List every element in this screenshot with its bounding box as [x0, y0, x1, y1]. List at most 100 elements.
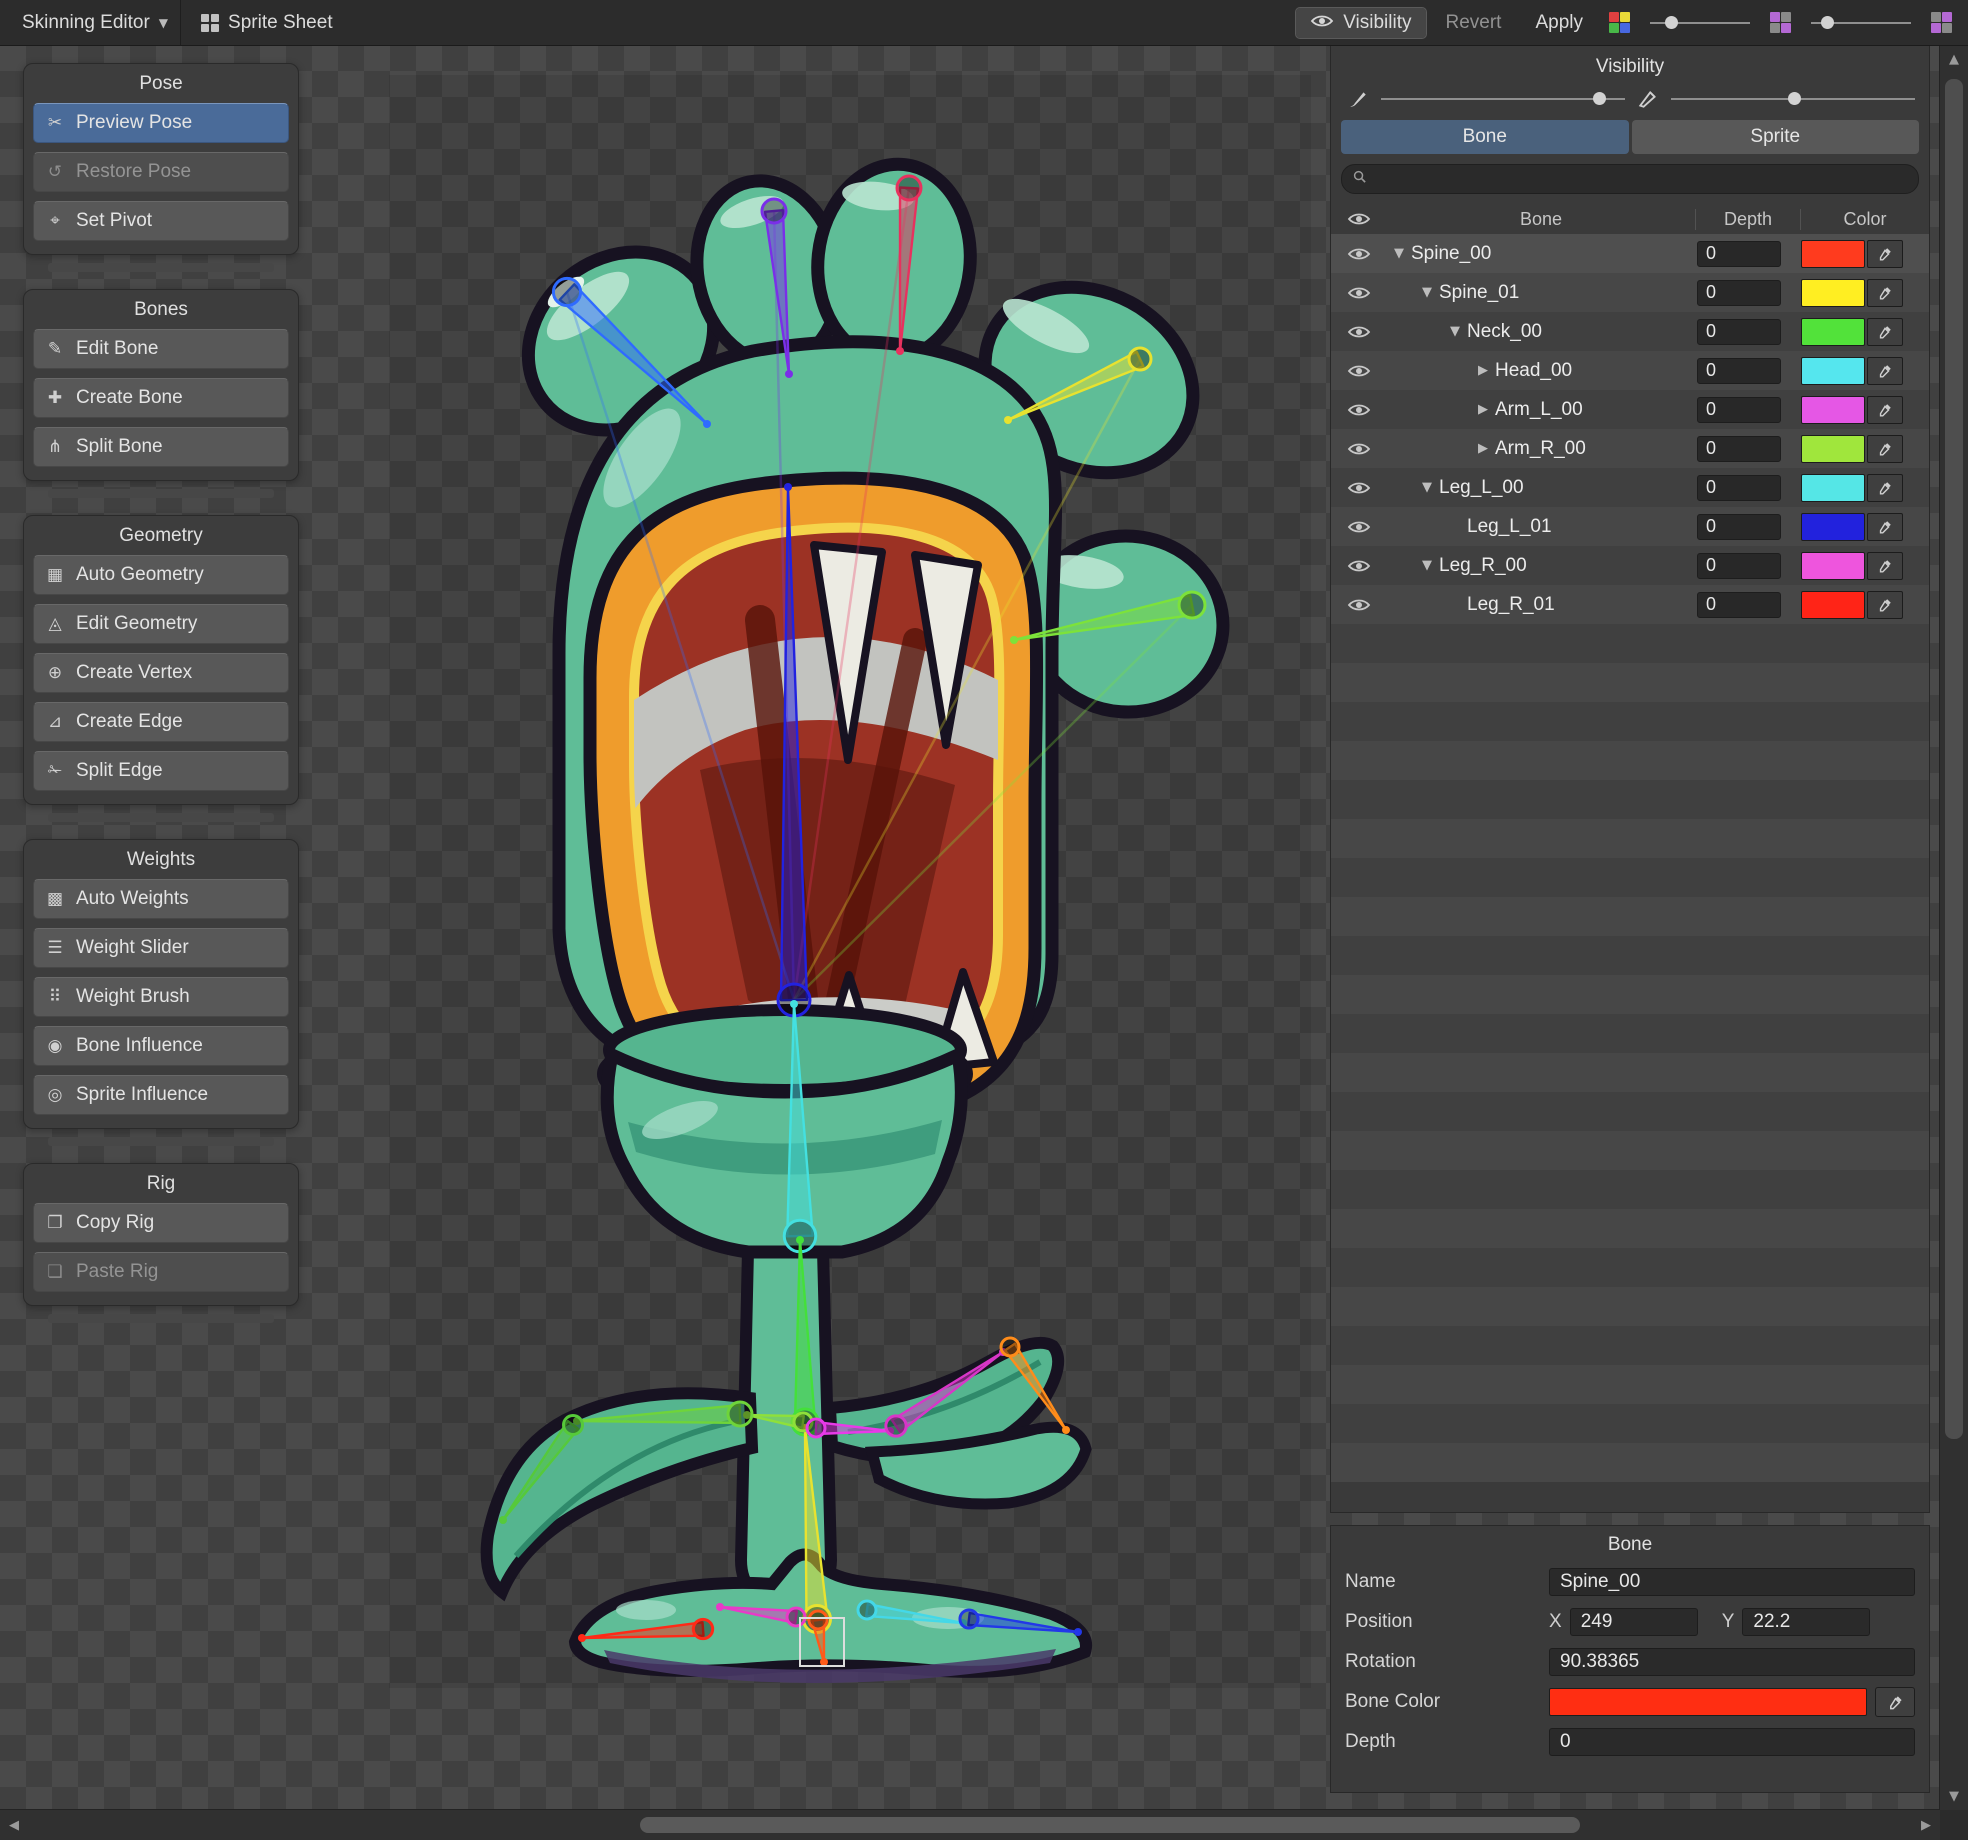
bone-table-row-arm_r_00[interactable]: ▶Arm_R_00 [1331, 429, 1929, 468]
bone-table-row-arm_l_00[interactable]: ▶Arm_L_00 [1331, 390, 1929, 429]
bone-name-input[interactable] [1549, 1568, 1915, 1596]
weight-brush-button[interactable]: ⠿Weight Brush [33, 977, 289, 1017]
rotation-input[interactable] [1549, 1648, 1915, 1676]
bone-color-swatch[interactable] [1801, 279, 1865, 307]
bone-opacity-slider[interactable] [1381, 89, 1625, 109]
bone-color-palette-icon[interactable] [1609, 12, 1630, 33]
skinning-editor-dropdown[interactable]: Skinning Editor ▼ [10, 0, 181, 45]
auto-weights-button[interactable]: ▩Auto Weights [33, 879, 289, 919]
expander-icon[interactable]: ▼ [1443, 324, 1467, 339]
depth-input[interactable] [1697, 514, 1781, 540]
scroll-up-arrow[interactable]: ▲ [1940, 45, 1968, 73]
expander-icon[interactable]: ▼ [1415, 285, 1439, 300]
row-visibility-eye-icon[interactable] [1331, 247, 1387, 261]
bone-table-row-neck_00[interactable]: ▼Neck_00 [1331, 312, 1929, 351]
mesh-opacity-slider[interactable] [1671, 89, 1915, 109]
eyedropper-icon[interactable] [1867, 474, 1903, 502]
horizontal-scrollbar[interactable]: ◀ ▶ [0, 1809, 1940, 1840]
bone-color-field[interactable] [1549, 1688, 1867, 1716]
sprite-influence-button[interactable]: ◎Sprite Influence [33, 1075, 289, 1115]
row-visibility-eye-icon[interactable] [1331, 442, 1387, 456]
bone-color-swatch[interactable] [1801, 396, 1865, 424]
eyedropper-icon[interactable] [1867, 513, 1903, 541]
depth-input[interactable] [1697, 475, 1781, 501]
panel-resize-grip[interactable] [48, 489, 274, 498]
eyedropper-icon[interactable] [1867, 552, 1903, 580]
bone-table-row-leg_r_00[interactable]: ▼Leg_R_00 [1331, 546, 1929, 585]
depth-input[interactable] [1697, 319, 1781, 345]
split-edge-button[interactable]: ✁Split Edge [33, 751, 289, 791]
bone-table-row-head_00[interactable]: ▶Head_00 [1331, 351, 1929, 390]
position-y-input[interactable] [1742, 1608, 1870, 1636]
position-x-input[interactable] [1570, 1608, 1698, 1636]
bone-color-swatch[interactable] [1801, 240, 1865, 268]
slider-knob[interactable] [1821, 16, 1834, 29]
depth-input[interactable] [1697, 592, 1781, 618]
depth-input[interactable] [1697, 358, 1781, 384]
bone-color-swatch[interactable] [1801, 552, 1865, 580]
bone-color-swatch[interactable] [1801, 474, 1865, 502]
bone-table-row-spine_00[interactable]: ▼Spine_00 [1331, 234, 1929, 273]
row-visibility-eye-icon[interactable] [1331, 403, 1387, 417]
bone-opacity-toolbar-slider[interactable] [1650, 13, 1750, 33]
row-visibility-eye-icon[interactable] [1331, 481, 1387, 495]
depth-input[interactable] [1697, 436, 1781, 462]
eyedropper-icon[interactable] [1867, 240, 1903, 268]
sprite-opacity-toolbar-slider[interactable] [1811, 13, 1911, 33]
expander-icon[interactable]: ▶ [1471, 363, 1495, 378]
eyedropper-icon[interactable] [1867, 279, 1903, 307]
eyedropper-icon[interactable] [1875, 1687, 1915, 1717]
expander-icon[interactable]: ▶ [1471, 402, 1495, 417]
weight-slider-button[interactable]: ☰Weight Slider [33, 928, 289, 968]
depth-input[interactable] [1697, 553, 1781, 579]
bone-color-swatch[interactable] [1801, 318, 1865, 346]
depth-input[interactable] [1549, 1728, 1915, 1756]
apply-button[interactable]: Apply [1521, 8, 1597, 38]
create-bone-button[interactable]: ✚Create Bone [33, 378, 289, 418]
panel-resize-grip[interactable] [48, 263, 274, 272]
auto-geometry-button[interactable]: ▦Auto Geometry [33, 555, 289, 595]
row-visibility-eye-icon[interactable] [1331, 559, 1387, 573]
bone-color-swatch[interactable] [1801, 591, 1865, 619]
depth-input[interactable] [1697, 241, 1781, 267]
eyedropper-icon[interactable] [1867, 318, 1903, 346]
bone-search-box[interactable] [1341, 164, 1919, 194]
bone-color-swatch[interactable] [1801, 435, 1865, 463]
eyedropper-icon[interactable] [1867, 396, 1903, 424]
copy-rig-button[interactable]: ❐Copy Rig [33, 1203, 289, 1243]
create-edge-button[interactable]: ⊿Create Edge [33, 702, 289, 742]
eyedropper-icon[interactable] [1867, 591, 1903, 619]
vertical-scrollbar[interactable]: ▲ ▼ [1939, 45, 1968, 1810]
horizontal-scroll-thumb[interactable] [640, 1817, 1580, 1833]
edit-bone-button[interactable]: ✎Edit Bone [33, 329, 289, 369]
scroll-left-arrow[interactable]: ◀ [0, 1810, 28, 1840]
tab-bone[interactable]: Bone [1341, 120, 1629, 154]
scroll-right-arrow[interactable]: ▶ [1912, 1810, 1940, 1840]
visibility-toggle-button[interactable]: Visibility [1296, 8, 1425, 38]
bone-influence-button[interactable]: ◉Bone Influence [33, 1026, 289, 1066]
expander-icon[interactable]: ▶ [1471, 441, 1495, 456]
row-visibility-eye-icon[interactable] [1331, 598, 1387, 612]
panel-resize-grip[interactable] [48, 1314, 274, 1323]
row-visibility-eye-icon[interactable] [1331, 364, 1387, 378]
set-pivot-button[interactable]: ⌖Set Pivot [33, 201, 289, 241]
preview-pose-button[interactable]: ✂Preview Pose [33, 103, 289, 143]
vertical-scroll-thumb[interactable] [1945, 79, 1963, 1439]
slider-knob[interactable] [1593, 92, 1606, 105]
header-eye-icon[interactable] [1331, 212, 1387, 226]
eyedropper-icon[interactable] [1867, 435, 1903, 463]
depth-input[interactable] [1697, 397, 1781, 423]
sprite-sheet-button[interactable]: Sprite Sheet [187, 8, 347, 38]
tab-sprite[interactable]: Sprite [1632, 120, 1920, 154]
expander-icon[interactable]: ▼ [1415, 480, 1439, 495]
depth-input[interactable] [1697, 280, 1781, 306]
panel-resize-grip[interactable] [48, 1137, 274, 1146]
slider-knob[interactable] [1665, 16, 1678, 29]
checker-icon[interactable] [1931, 12, 1952, 33]
expander-icon[interactable]: ▼ [1415, 558, 1439, 573]
scroll-down-arrow[interactable]: ▼ [1940, 1782, 1968, 1810]
row-visibility-eye-icon[interactable] [1331, 325, 1387, 339]
panel-resize-grip[interactable] [48, 813, 274, 822]
bone-table-row-spine_01[interactable]: ▼Spine_01 [1331, 273, 1929, 312]
slider-knob[interactable] [1788, 92, 1801, 105]
